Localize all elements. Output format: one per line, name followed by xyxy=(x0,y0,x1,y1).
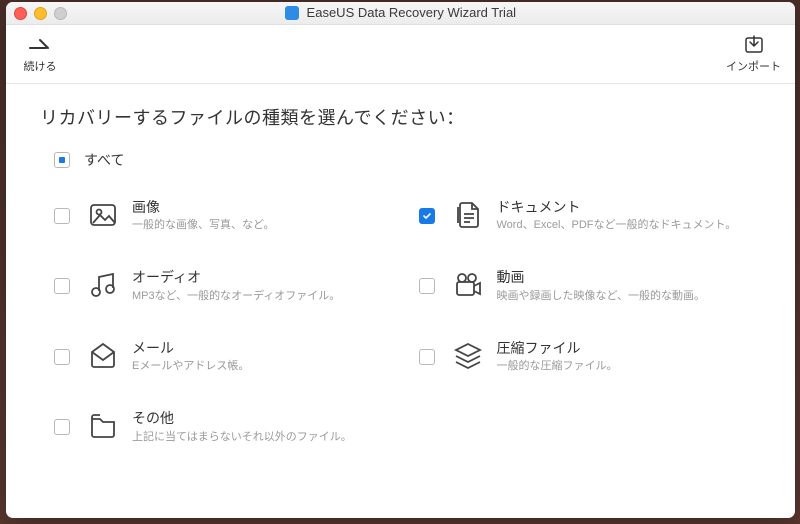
toolbar: 続ける インポート xyxy=(6,25,795,84)
image-icon xyxy=(86,198,120,232)
import-label: インポート xyxy=(726,58,781,74)
app-title: EaseUS Data Recovery Wizard Trial xyxy=(6,5,795,21)
category-mail[interactable]: メール Eメールやアドレス帳。 xyxy=(36,321,401,391)
envelope-icon xyxy=(86,339,120,373)
category-title: ドキュメント xyxy=(497,198,737,216)
video-camera-icon xyxy=(451,268,485,302)
category-images[interactable]: 画像 一般的な画像、写真、など。 xyxy=(36,180,401,250)
close-icon[interactable] xyxy=(14,7,27,20)
category-document[interactable]: ドキュメント Word、Excel、PDFなど一般的なドキュメント。 xyxy=(401,180,766,250)
category-desc: Eメールやアドレス帳。 xyxy=(132,359,249,373)
category-desc: 映画や録画した映像など、一般的な動画。 xyxy=(497,289,705,303)
import-button[interactable]: インポート xyxy=(726,34,781,74)
content-area: リカバリーするファイルの種類を選んでください： すべて xyxy=(6,84,795,472)
category-video-checkbox[interactable] xyxy=(419,278,435,294)
category-video[interactable]: 動画 映画や録画した映像など、一般的な動画。 xyxy=(401,250,766,320)
category-mail-checkbox[interactable] xyxy=(54,349,70,365)
category-other[interactable]: その他 上記に当てはまらないそれ以外のファイル。 xyxy=(36,391,401,461)
category-audio[interactable]: オーディオ MP3など、一般的なオーディオファイル。 xyxy=(36,250,401,320)
category-title: 画像 xyxy=(132,198,274,216)
continue-label: 続ける xyxy=(24,58,57,74)
document-icon xyxy=(451,198,485,232)
continue-button[interactable]: 続ける xyxy=(20,34,60,74)
category-audio-checkbox[interactable] xyxy=(54,278,70,294)
app-title-text: EaseUS Data Recovery Wizard Trial xyxy=(307,5,517,20)
minimize-icon[interactable] xyxy=(34,7,47,20)
category-desc: 上記に当てはまらないそれ以外のファイル。 xyxy=(132,430,352,444)
continue-arrow-icon xyxy=(26,34,54,56)
category-title: 動画 xyxy=(497,268,705,286)
category-desc: Word、Excel、PDFなど一般的なドキュメント。 xyxy=(497,218,737,232)
window-controls xyxy=(14,7,67,20)
category-title: その他 xyxy=(132,409,352,427)
category-other-checkbox[interactable] xyxy=(54,419,70,435)
music-note-icon xyxy=(86,268,120,302)
select-all-row[interactable]: すべて xyxy=(54,150,765,170)
category-archive[interactable]: 圧縮ファイル 一般的な圧縮ファイル。 xyxy=(401,321,766,391)
category-title: 圧縮ファイル xyxy=(497,339,618,357)
category-grid: 画像 一般的な画像、写真、など。 ドキ xyxy=(36,180,765,462)
category-document-checkbox[interactable] xyxy=(419,208,435,224)
title-bar: EaseUS Data Recovery Wizard Trial xyxy=(6,2,795,25)
category-title: オーディオ xyxy=(132,268,340,286)
import-icon xyxy=(740,34,768,56)
app-icon xyxy=(285,6,299,20)
app-window: EaseUS Data Recovery Wizard Trial 続ける イン… xyxy=(6,2,795,518)
maximize-icon[interactable] xyxy=(54,7,67,20)
layers-icon xyxy=(451,339,485,373)
category-title: メール xyxy=(132,339,249,357)
select-all-checkbox[interactable] xyxy=(54,152,70,168)
category-archive-checkbox[interactable] xyxy=(419,349,435,365)
folder-icon xyxy=(86,409,120,443)
category-desc: MP3など、一般的なオーディオファイル。 xyxy=(132,289,340,303)
category-desc: 一般的な画像、写真、など。 xyxy=(132,218,274,232)
page-heading: リカバリーするファイルの種類を選んでください： xyxy=(40,104,765,130)
category-images-checkbox[interactable] xyxy=(54,208,70,224)
select-all-label: すべて xyxy=(84,150,124,170)
category-desc: 一般的な圧縮ファイル。 xyxy=(497,359,618,373)
